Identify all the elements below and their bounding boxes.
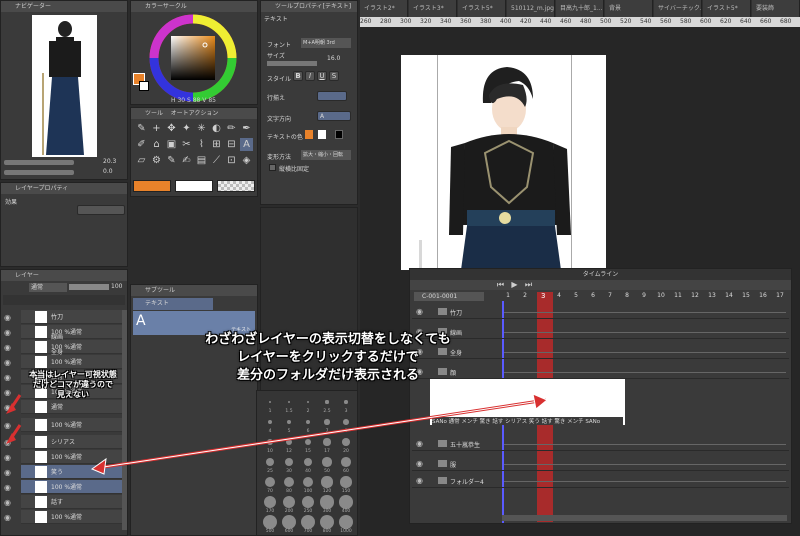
annotation-note-line2: だけどコマが違うので (33, 380, 113, 389)
annotation-main-line2: レイヤーをクリックするだけで (237, 350, 419, 365)
annotation-arrows (6, 393, 548, 475)
annotation-main-line1: わざわざレイヤーの表示切替をしなくても (205, 332, 451, 347)
annotation-main-line3: 差分のフォルダだけ表示される (236, 368, 419, 383)
annotation-note-line3: 見えない (57, 390, 89, 399)
annotation-note-line1: 本当はレイヤー可視状態 (29, 370, 117, 379)
